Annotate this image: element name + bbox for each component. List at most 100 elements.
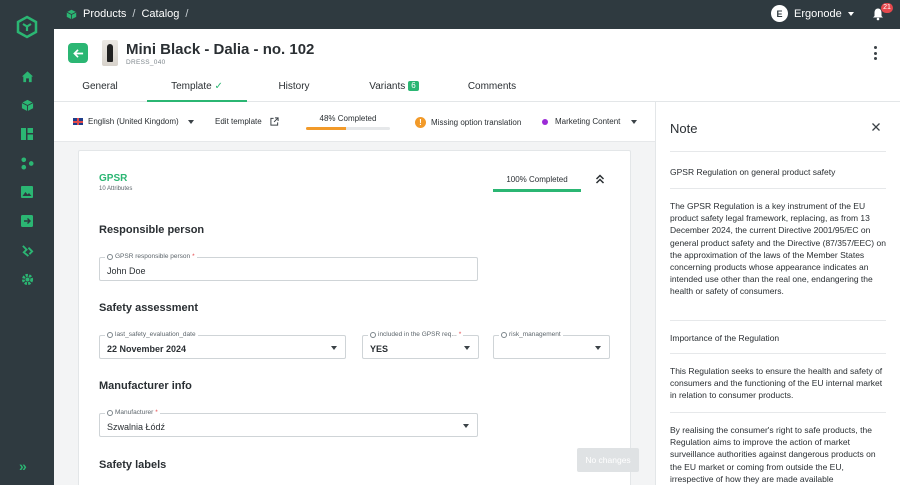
breadcrumb-catalog[interactable]: Catalog: [141, 8, 179, 20]
template-toolbar: English (United Kingdom) Edit template 4…: [54, 102, 655, 142]
group-responsible-person: Responsible person: [99, 224, 205, 236]
gear-icon: [21, 273, 33, 285]
chevron-down-icon: [464, 346, 470, 350]
cube-icon: [66, 9, 77, 19]
edit-template-link[interactable]: Edit template: [215, 117, 279, 126]
group-safety-labels: Safety labels: [99, 459, 167, 471]
language-label: English (United Kingdom): [88, 117, 179, 126]
sidebar-item-products[interactable]: [18, 96, 36, 114]
globe-icon: [107, 253, 113, 260]
sidebar-item-dashboard[interactable]: [18, 67, 36, 85]
chevron-down-icon: [463, 424, 469, 428]
product-thumbnail: [102, 40, 118, 66]
divider: [670, 151, 886, 152]
avatar: E: [771, 5, 788, 22]
tab-general[interactable]: General: [70, 77, 130, 102]
tab-history[interactable]: History: [264, 77, 324, 102]
sidebar-item-import[interactable]: [18, 212, 36, 230]
more-options-icon[interactable]: [872, 46, 878, 60]
variants-count-badge: 6: [408, 81, 419, 91]
missing-translation-label: Missing option translation: [431, 118, 522, 127]
ergonode-logo-icon[interactable]: [15, 15, 39, 39]
note-paragraph: This Regulation seeks to ensure the heal…: [670, 366, 883, 401]
globe-icon: [501, 331, 507, 338]
field-label: risk_management: [509, 331, 561, 338]
channel-dot-icon: [542, 118, 548, 125]
note-paragraph: The GPSR Regulation is a key instrument …: [670, 201, 886, 297]
section-progress-bar: [493, 189, 581, 192]
workflow-icon: [21, 244, 33, 257]
chevron-down-icon: [187, 119, 194, 124]
divider: [670, 188, 886, 189]
gpsr-section-card: GPSR 10 Attributes 100% Completed Respon…: [78, 150, 631, 485]
sidebar-item-categories[interactable]: [18, 154, 36, 172]
back-button[interactable]: [68, 43, 88, 63]
field-value: Szwalnia Łódź: [107, 422, 166, 432]
top-bar: Products / Catalog / E Ergonode 21: [54, 0, 900, 29]
chevron-down-icon: [847, 11, 854, 16]
sidebar-item-workflow[interactable]: [18, 241, 36, 259]
globe-icon: [107, 331, 113, 338]
section-attribute-count: 10 Attributes: [99, 186, 133, 192]
note-panel: Note GPSR Regulation on general product …: [655, 102, 900, 485]
divider: [670, 412, 886, 413]
required-marker: *: [155, 409, 158, 416]
field-label: last_safety_evaluation_date: [115, 331, 196, 338]
channel-select[interactable]: Marketing Content: [542, 117, 638, 126]
external-link-icon: [270, 117, 279, 126]
completion-label: 48% Completed: [319, 114, 377, 123]
included-in-gpsr-field[interactable]: included in the GPSR req... * YES: [362, 331, 479, 359]
gpsr-responsible-person-field[interactable]: GPSR responsible person * John Doe: [99, 253, 478, 281]
missing-translation-warning[interactable]: ! Missing option translation: [415, 117, 521, 128]
note-title: Note: [670, 121, 698, 136]
user-name: Ergonode: [794, 7, 842, 20]
image-icon: [21, 186, 33, 198]
template-content[interactable]: GPSR 10 Attributes 100% Completed Respon…: [54, 142, 655, 485]
breadcrumb: Products / Catalog /: [66, 8, 188, 20]
group-manufacturer-info: Manufacturer info: [99, 380, 192, 392]
last-safety-evaluation-date-field[interactable]: last_safety_evaluation_date 22 November …: [99, 331, 346, 359]
chevron-down-icon: [631, 119, 638, 124]
sidebar-item-templates[interactable]: [18, 125, 36, 143]
breadcrumb-separator: /: [132, 8, 136, 20]
channel-label: Marketing Content: [555, 117, 621, 126]
home-icon: [21, 70, 33, 82]
product-sku: DRESS_040: [126, 59, 166, 66]
section-completion-label: 100% Completed: [506, 175, 568, 184]
nodes-icon: [20, 156, 34, 170]
tab-comments[interactable]: Comments: [457, 77, 527, 102]
template-completion: 48% Completed: [306, 114, 390, 130]
required-marker: *: [192, 253, 195, 260]
breadcrumb-products[interactable]: Products: [83, 8, 126, 20]
sidebar-item-settings[interactable]: [18, 270, 36, 288]
user-menu[interactable]: E Ergonode: [771, 5, 854, 22]
sidebar-item-media[interactable]: [18, 183, 36, 201]
notification-badge: 21: [881, 3, 893, 13]
field-label: included in the GPSR req...: [378, 331, 457, 338]
language-select[interactable]: English (United Kingdom): [73, 117, 194, 126]
warning-icon: !: [415, 117, 426, 128]
import-icon: [21, 215, 33, 227]
layout-icon: [21, 128, 33, 140]
group-safety-assessment: Safety assessment: [99, 302, 199, 314]
tab-variants[interactable]: Variants 6: [354, 77, 434, 102]
divider: [670, 320, 886, 321]
tab-template[interactable]: Template ✓: [147, 77, 247, 102]
field-value: YES: [370, 344, 389, 354]
manufacturer-field[interactable]: Manufacturer * Szwalnia Łódź: [99, 409, 478, 437]
chevron-down-icon: [331, 346, 337, 350]
breadcrumb-separator: /: [185, 8, 189, 20]
expand-sidebar-icon[interactable]: »: [19, 458, 27, 474]
product-header: Mini Black - Dalia - no. 102 DRESS_040 G…: [54, 29, 900, 102]
required-marker: *: [458, 331, 462, 338]
edit-template-label: Edit template: [215, 117, 262, 126]
risk-management-field[interactable]: risk_management: [493, 331, 610, 359]
chevron-down-icon: [595, 346, 601, 350]
sidebar: »: [0, 0, 54, 485]
no-changes-button[interactable]: No changes: [577, 448, 639, 472]
close-icon[interactable]: [871, 122, 881, 132]
cube-icon: [21, 99, 33, 111]
chevron-double-up-icon[interactable]: [595, 173, 605, 185]
arrow-left-icon: [72, 48, 83, 58]
field-value: 22 November 2024: [107, 344, 187, 354]
